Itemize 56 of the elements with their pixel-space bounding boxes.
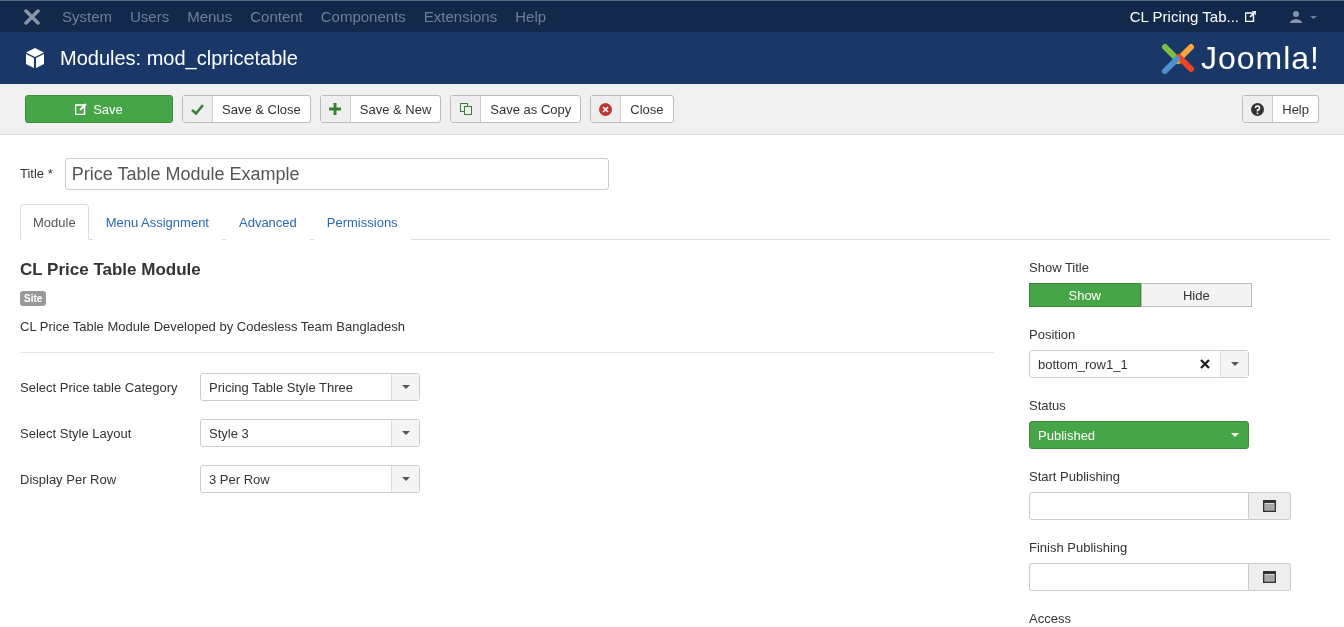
select-field[interactable]: Style 3 <box>200 419 420 447</box>
menu-item[interactable]: Components <box>320 8 406 25</box>
copy-icon <box>459 103 472 115</box>
toggle-option[interactable]: Hide <box>1140 283 1252 307</box>
title-input[interactable]: Price Table Module Example <box>64 158 609 190</box>
help-button[interactable]: Help <box>1242 95 1319 123</box>
site-link[interactable]: CL Pricing Tab... <box>1129 8 1256 25</box>
menu-item[interactable]: Menus <box>187 8 233 25</box>
field-label: Position <box>1029 327 1077 342</box>
calendar-icon <box>1263 500 1276 512</box>
calendar-button[interactable] <box>1249 492 1291 520</box>
select-field[interactable]: 3 Per Row <box>200 465 420 493</box>
caret-icon <box>1230 433 1239 437</box>
menu-item[interactable]: Help <box>515 8 547 25</box>
title-label: Title * <box>20 165 53 181</box>
toolbar-button[interactable]: Close <box>590 95 674 123</box>
field-label: Select Style Layout <box>20 425 133 441</box>
menu-item[interactable]: Extensions <box>423 8 498 25</box>
module-description: CL Price Table Module Developed by Codesless Team Bangladesh <box>20 319 406 334</box>
joomla-logo-icon <box>24 8 40 25</box>
external-link-icon <box>1245 11 1256 22</box>
menu-item[interactable]: Users <box>130 8 170 25</box>
tab[interactable]: Module <box>20 204 89 240</box>
caret-icon <box>401 477 410 481</box>
field-label: Start Publishing <box>1029 469 1122 484</box>
logo-text: Joomla! <box>1200 39 1320 77</box>
date-field[interactable] <box>1029 563 1249 591</box>
date-field[interactable] <box>1029 492 1249 520</box>
help-icon <box>1251 102 1265 116</box>
calendar-button[interactable] <box>1249 563 1291 591</box>
caret-icon <box>1230 362 1239 366</box>
field-label: Show Title <box>1029 260 1090 275</box>
menu-item[interactable]: System <box>62 8 112 25</box>
caret-icon <box>401 385 410 389</box>
check-icon <box>191 103 204 115</box>
module-name: CL Price Table Module <box>20 260 202 280</box>
toolbar-button[interactable]: Save & Close <box>182 95 311 123</box>
field-label: Access <box>1029 611 1072 626</box>
field-label: Select Price table Category <box>20 379 179 395</box>
position-select[interactable]: bottom_row1_1 <box>1029 350 1249 378</box>
toolbar-button[interactable]: Save as Copy <box>450 95 582 123</box>
field-label: Finish Publishing <box>1029 540 1129 555</box>
caret-icon <box>401 431 410 435</box>
close-icon <box>599 102 613 116</box>
page-title: Modules: mod_clpricetable <box>60 46 298 70</box>
field-label: Display Per Row <box>20 471 118 487</box>
cube-icon <box>24 47 46 69</box>
calendar-icon <box>1263 571 1276 583</box>
field-label: Status <box>1029 398 1067 413</box>
plus-icon <box>329 103 342 115</box>
clear-icon[interactable] <box>1200 359 1210 369</box>
toolbar-button[interactable]: Save & New <box>319 95 442 123</box>
site-badge: Site <box>20 291 47 306</box>
menu-item[interactable]: Content <box>250 8 303 25</box>
edit-icon <box>75 103 88 115</box>
select-field[interactable]: Pricing Table Style Three <box>200 373 420 401</box>
